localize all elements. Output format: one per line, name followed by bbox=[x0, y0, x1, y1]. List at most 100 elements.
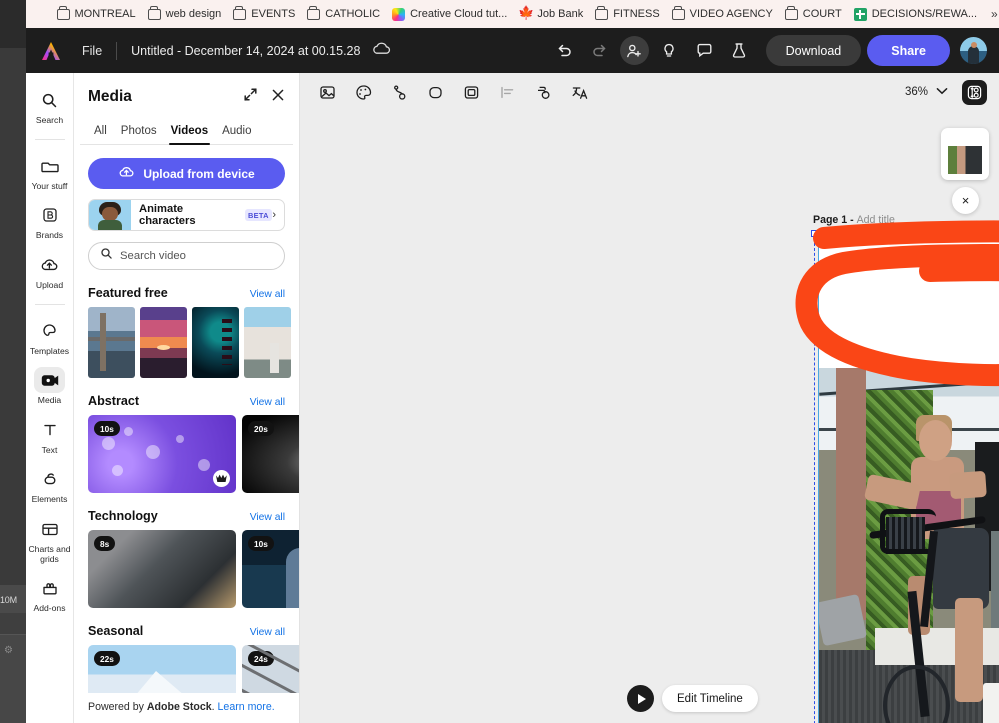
zoom-level[interactable]: 36% bbox=[905, 86, 928, 98]
media-thumbnail[interactable] bbox=[88, 307, 135, 378]
video-clip-on-canvas[interactable] bbox=[818, 237, 999, 723]
redo-icon[interactable] bbox=[585, 36, 614, 65]
sidebar-item-media[interactable]: Media bbox=[26, 367, 74, 406]
bookmark-decisions-rewards[interactable]: DECISIONS/REWA... bbox=[848, 5, 983, 24]
color-palette-icon[interactable] bbox=[352, 81, 374, 103]
sidebar-item-charts-and-grids[interactable]: Charts and grids bbox=[26, 516, 74, 564]
bookmark-fitness[interactable]: FITNESS bbox=[589, 5, 665, 23]
translate-text-icon[interactable] bbox=[568, 81, 590, 103]
bookmark-court[interactable]: COURT bbox=[779, 5, 848, 23]
maple-leaf-icon bbox=[519, 8, 532, 21]
bookmark-creative-cloud-tut[interactable]: Creative Cloud tut... bbox=[386, 5, 513, 24]
search-video-input[interactable]: Search video bbox=[88, 242, 285, 270]
duration-badge: 10s bbox=[248, 536, 274, 551]
divider bbox=[116, 42, 117, 60]
sidebar-item-elements[interactable]: Elements bbox=[26, 466, 74, 505]
media-thumbnail[interactable]: 10s bbox=[88, 415, 236, 493]
view-all-link[interactable]: View all bbox=[250, 627, 285, 638]
expand-diagonal-icon[interactable] bbox=[243, 87, 258, 107]
background-window: 10M ⚙ bbox=[0, 0, 26, 723]
invite-person-icon[interactable] bbox=[620, 36, 649, 65]
bookmark-events[interactable]: EVENTS bbox=[227, 5, 301, 23]
bookmark-web-design[interactable]: web design bbox=[142, 5, 228, 23]
tab-audio[interactable]: Audio bbox=[222, 125, 251, 144]
sidebar-item-label: Text bbox=[42, 446, 58, 456]
canvas-area[interactable]: 36% Page 1 - Add title bbox=[300, 73, 999, 723]
media-thumbnail[interactable]: 20s bbox=[242, 415, 300, 493]
media-thumbnail[interactable]: 10s bbox=[242, 530, 300, 608]
media-thumbnail[interactable] bbox=[192, 307, 239, 378]
resize-handle-top-left[interactable] bbox=[811, 230, 818, 237]
upload-from-device-button[interactable]: Upload from device bbox=[88, 158, 285, 189]
media-row-technology: 8s 10s bbox=[88, 530, 285, 608]
shape-rounded-icon[interactable] bbox=[424, 81, 446, 103]
lightbulb-icon[interactable] bbox=[655, 36, 684, 65]
close-icon[interactable] bbox=[271, 88, 285, 107]
section-header-technology: Technology View all bbox=[88, 509, 285, 523]
frame-mask-icon[interactable] bbox=[460, 81, 482, 103]
flask-icon[interactable] bbox=[725, 36, 754, 65]
adobe-express-logo[interactable] bbox=[40, 41, 62, 61]
duplicate-layers-icon[interactable] bbox=[532, 81, 554, 103]
page-1-thumbnail[interactable] bbox=[941, 128, 989, 180]
search-icon bbox=[100, 247, 113, 265]
tab-photos[interactable]: Photos bbox=[121, 125, 157, 144]
view-all-link[interactable]: View all bbox=[250, 289, 285, 300]
bookmark-job-bank[interactable]: Job Bank bbox=[513, 5, 589, 24]
download-button[interactable]: Download bbox=[766, 35, 862, 66]
sidebar-item-your-stuff[interactable]: Your stuff bbox=[26, 153, 74, 192]
tab-all[interactable]: All bbox=[94, 125, 107, 144]
chevron-right-icon: › bbox=[272, 209, 276, 221]
section-title: Abstract bbox=[88, 394, 139, 408]
split-view-icon[interactable] bbox=[962, 80, 987, 105]
attribution-brand: Adobe Stock bbox=[147, 701, 212, 713]
folder-icon bbox=[233, 9, 246, 20]
sidebar-item-upload[interactable]: Upload bbox=[26, 252, 74, 291]
file-menu[interactable]: File bbox=[82, 44, 102, 58]
media-thumbnail[interactable]: 8s bbox=[88, 530, 236, 608]
share-button[interactable]: Share bbox=[867, 35, 950, 66]
animate-characters-row[interactable]: Animate characters BETA › bbox=[88, 199, 285, 231]
section-header-abstract: Abstract View all bbox=[88, 394, 285, 408]
section-title: Seasonal bbox=[88, 624, 143, 638]
page-title-placeholder: Add title bbox=[857, 214, 895, 226]
sidebar-item-brands[interactable]: Brands bbox=[26, 202, 74, 241]
align-left-icon[interactable] bbox=[496, 81, 518, 103]
bookmark-catholic[interactable]: CATHOLIC bbox=[301, 5, 386, 23]
view-all-link[interactable]: View all bbox=[250, 512, 285, 523]
folder-icon bbox=[672, 9, 685, 20]
media-panel: Media All Photos Videos Audio bbox=[74, 73, 300, 723]
resize-image-icon[interactable] bbox=[316, 81, 338, 103]
media-tabs: All Photos Videos Audio bbox=[80, 115, 293, 145]
media-thumbnail[interactable] bbox=[140, 307, 187, 378]
folder-icon bbox=[307, 9, 320, 20]
animate-path-icon[interactable] bbox=[388, 81, 410, 103]
bookmark-montreal[interactable]: MONTREAL bbox=[51, 5, 142, 23]
animate-characters-label: Animate characters bbox=[139, 203, 239, 227]
close-icon[interactable]: × bbox=[952, 187, 979, 214]
background-window-label: 10M bbox=[0, 595, 17, 605]
sidebar-item-templates[interactable]: Templates bbox=[26, 318, 74, 357]
chevron-down-icon[interactable] bbox=[936, 86, 948, 98]
edit-timeline-button[interactable]: Edit Timeline bbox=[662, 685, 758, 712]
sidebar-item-search[interactable]: Search bbox=[26, 87, 74, 126]
page-label[interactable]: Page 1 - Add title bbox=[813, 214, 895, 226]
sidebar-item-label: Brands bbox=[36, 231, 63, 241]
upload-button-label: Upload from device bbox=[143, 167, 254, 181]
comment-icon[interactable] bbox=[690, 36, 719, 65]
undo-icon[interactable] bbox=[550, 36, 579, 65]
play-icon[interactable] bbox=[627, 685, 654, 712]
sidebar-item-add-ons[interactable]: Add-ons bbox=[26, 575, 74, 614]
view-all-link[interactable]: View all bbox=[250, 397, 285, 408]
document-title[interactable]: Untitled - December 14, 2024 at 00.15.28 bbox=[131, 44, 360, 58]
bookmarks-overflow-button[interactable]: » bbox=[983, 7, 999, 21]
media-thumbnail[interactable] bbox=[244, 307, 291, 378]
sidebar-item-text[interactable]: Text bbox=[26, 417, 74, 456]
bookmark-video-agency[interactable]: VIDEO AGENCY bbox=[666, 5, 779, 23]
tab-videos[interactable]: Videos bbox=[171, 125, 209, 144]
section-header-featured-free: Featured free View all bbox=[88, 286, 285, 300]
app-header: File Untitled - December 14, 2024 at 00.… bbox=[26, 28, 999, 73]
avatar[interactable] bbox=[960, 37, 987, 64]
apps-grid-icon[interactable] bbox=[36, 7, 39, 21]
learn-more-link[interactable]: Learn more. bbox=[218, 701, 275, 713]
